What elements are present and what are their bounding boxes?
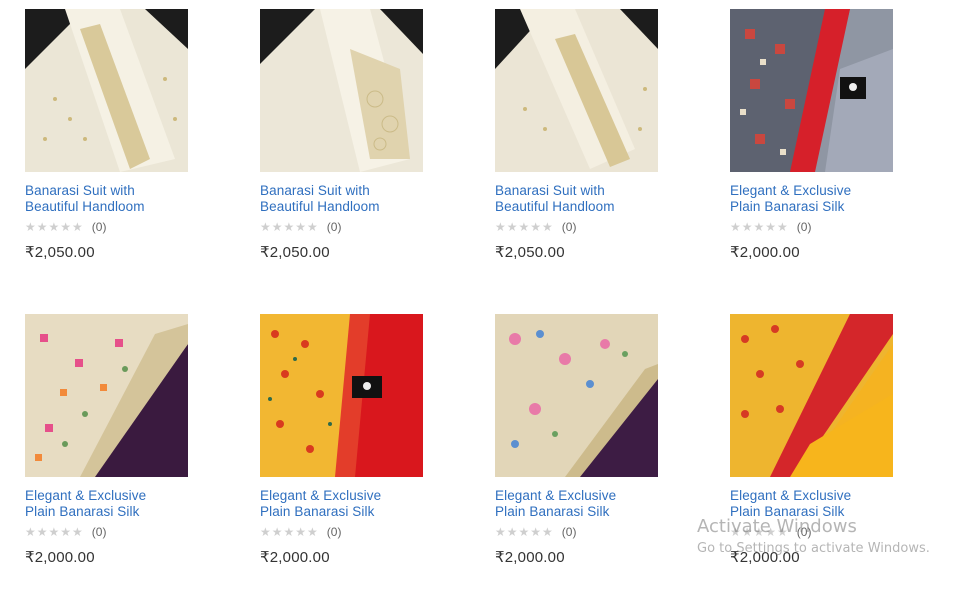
product-title-line: Plain Banarasi Silk xyxy=(730,199,845,214)
review-count: (0) xyxy=(326,525,342,539)
product-title-link[interactable]: Banarasi Suit with Beautiful Handloom xyxy=(495,183,665,215)
product-title-line: Banarasi Suit with xyxy=(260,183,370,198)
product-title-line: Elegant & Exclusive xyxy=(25,488,147,503)
review-count: (0) xyxy=(91,525,107,539)
product-title-line: Elegant & Exclusive xyxy=(495,488,617,503)
product-price: ₹2,000.00 xyxy=(730,549,800,566)
product-image[interactable] xyxy=(25,314,188,477)
product-title-line: Elegant & Exclusive xyxy=(730,183,852,198)
star-rating-icon: ★★★★★ xyxy=(730,220,789,234)
product-title-line: Beautiful Handloom xyxy=(25,199,145,214)
star-rating-icon: ★★★★★ xyxy=(730,525,789,539)
product-title-line: Beautiful Handloom xyxy=(495,199,615,214)
star-rating-icon: ★★★★★ xyxy=(495,525,554,539)
rating: ★★★★★ (0) xyxy=(730,219,930,235)
product-title-link[interactable]: Banarasi Suit with Beautiful Handloom xyxy=(25,183,195,215)
product-title-link[interactable]: Elegant & Exclusive Plain Banarasi Silk xyxy=(730,183,900,215)
product-title-link[interactable]: Banarasi Suit with Beautiful Handloom xyxy=(260,183,430,215)
review-count: (0) xyxy=(91,220,107,234)
product-card: Banarasi Suit with Beautiful Handloom ★★… xyxy=(495,9,695,261)
product-title-line: Plain Banarasi Silk xyxy=(260,504,375,519)
rating: ★★★★★ (0) xyxy=(495,219,695,235)
product-image[interactable] xyxy=(730,314,893,477)
product-price: ₹2,000.00 xyxy=(730,244,800,261)
product-card: Banarasi Suit with Beautiful Handloom ★★… xyxy=(25,9,225,261)
product-title-line: Elegant & Exclusive xyxy=(260,488,382,503)
product-title-link[interactable]: Elegant & Exclusive Plain Banarasi Silk xyxy=(25,488,195,520)
rating: ★★★★★ (0) xyxy=(730,524,930,540)
product-title-line: Banarasi Suit with xyxy=(25,183,135,198)
star-rating-icon: ★★★★★ xyxy=(260,525,319,539)
review-count: (0) xyxy=(326,220,342,234)
review-count: (0) xyxy=(796,525,812,539)
product-title-link[interactable]: Elegant & Exclusive Plain Banarasi Silk xyxy=(495,488,665,520)
product-image[interactable] xyxy=(495,9,658,172)
product-image[interactable] xyxy=(495,314,658,477)
review-count: (0) xyxy=(796,220,812,234)
review-count: (0) xyxy=(561,525,577,539)
rating: ★★★★★ (0) xyxy=(25,219,225,235)
product-title-line: Banarasi Suit with xyxy=(495,183,605,198)
product-title-link[interactable]: Elegant & Exclusive Plain Banarasi Silk xyxy=(730,488,900,520)
product-title-line: Plain Banarasi Silk xyxy=(730,504,845,519)
product-price: ₹2,000.00 xyxy=(260,549,330,566)
review-count: (0) xyxy=(561,220,577,234)
product-image[interactable] xyxy=(730,9,893,172)
product-image[interactable] xyxy=(260,314,423,477)
product-title-line: Plain Banarasi Silk xyxy=(495,504,610,519)
product-title-line: Plain Banarasi Silk xyxy=(25,504,140,519)
product-title-line: Beautiful Handloom xyxy=(260,199,380,214)
product-image[interactable] xyxy=(260,9,423,172)
product-title-line: Elegant & Exclusive xyxy=(730,488,852,503)
rating: ★★★★★ (0) xyxy=(260,219,460,235)
product-image[interactable] xyxy=(25,9,188,172)
rating: ★★★★★ (0) xyxy=(260,524,460,540)
product-card: Elegant & Exclusive Plain Banarasi Silk … xyxy=(730,314,930,566)
product-card: Elegant & Exclusive Plain Banarasi Silk … xyxy=(25,314,225,566)
product-card: Banarasi Suit with Beautiful Handloom ★★… xyxy=(260,9,460,261)
star-rating-icon: ★★★★★ xyxy=(495,220,554,234)
star-rating-icon: ★★★★★ xyxy=(25,525,84,539)
star-rating-icon: ★★★★★ xyxy=(25,220,84,234)
product-grid: Banarasi Suit with Beautiful Handloom ★★… xyxy=(0,0,956,589)
product-card: Elegant & Exclusive Plain Banarasi Silk … xyxy=(495,314,695,566)
product-price: ₹2,000.00 xyxy=(495,549,565,566)
product-card: Elegant & Exclusive Plain Banarasi Silk … xyxy=(730,9,930,261)
star-rating-icon: ★★★★★ xyxy=(260,220,319,234)
product-title-link[interactable]: Elegant & Exclusive Plain Banarasi Silk xyxy=(260,488,430,520)
product-price: ₹2,050.00 xyxy=(495,244,565,261)
rating: ★★★★★ (0) xyxy=(25,524,225,540)
rating: ★★★★★ (0) xyxy=(495,524,695,540)
product-price: ₹2,050.00 xyxy=(25,244,95,261)
product-card: Elegant & Exclusive Plain Banarasi Silk … xyxy=(260,314,460,566)
product-price: ₹2,050.00 xyxy=(260,244,330,261)
product-price: ₹2,000.00 xyxy=(25,549,95,566)
